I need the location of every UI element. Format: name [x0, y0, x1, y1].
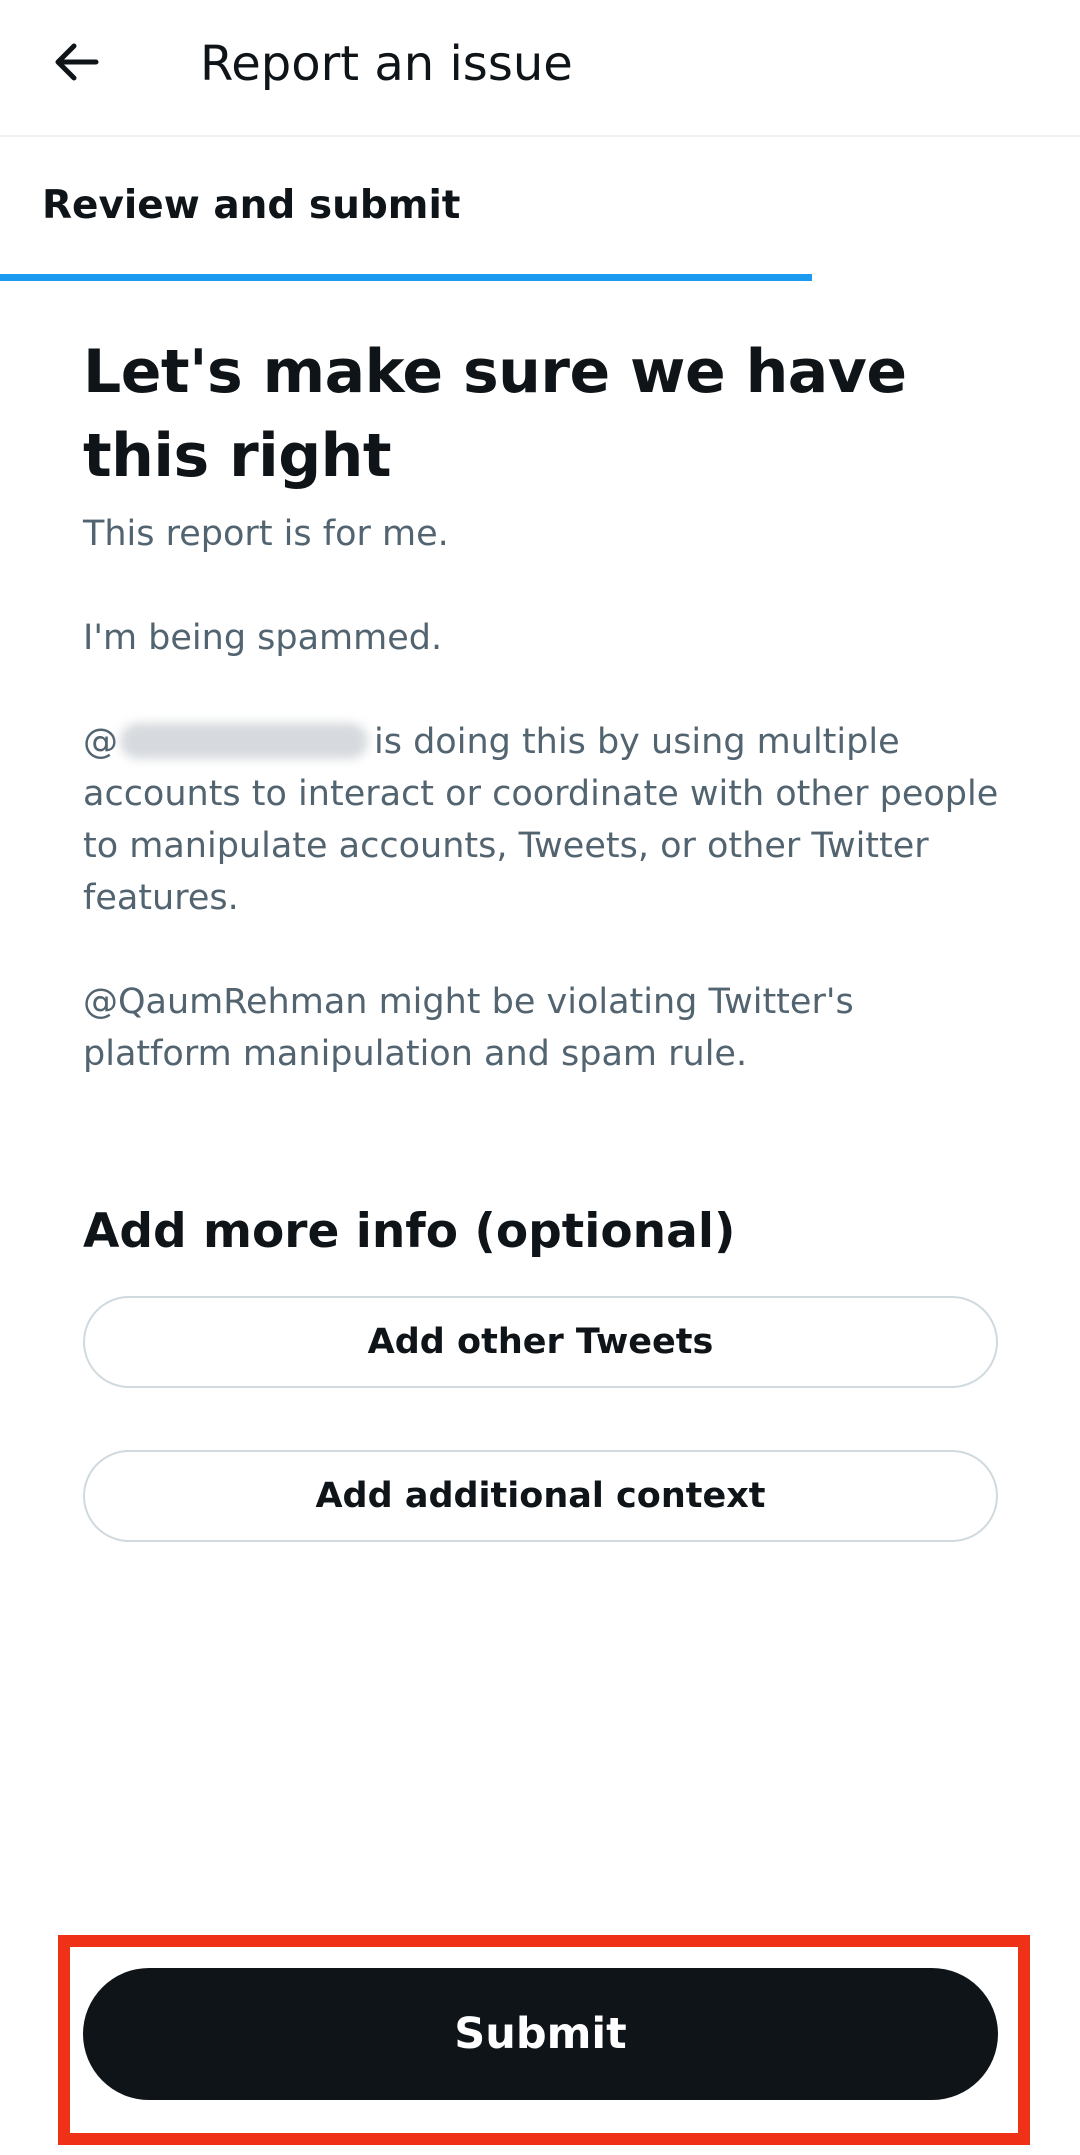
review-summary: Let's make sure we have this right This …: [83, 330, 1003, 1080]
more-info-heading: Add more info (optional): [83, 1204, 736, 1259]
active-tab-indicator: [0, 274, 812, 281]
top-app-bar: Report an issue: [0, 0, 1080, 137]
add-additional-context-button[interactable]: Add additional context: [83, 1450, 998, 1542]
add-other-tweets-label: Add other Tweets: [367, 1322, 714, 1362]
tab-label: Review and submit: [42, 183, 461, 228]
arrow-left-icon: [50, 36, 102, 92]
add-other-tweets-button[interactable]: Add other Tweets: [83, 1296, 998, 1388]
review-headline: Let's make sure we have this right: [83, 337, 907, 491]
page-title: Report an issue: [200, 36, 573, 92]
back-button[interactable]: [40, 28, 112, 100]
blurred-username: [120, 723, 368, 759]
submit-button[interactable]: Submit: [83, 1968, 998, 2100]
report-target-text: This report is for me.: [83, 514, 449, 554]
tab-bar: Review and submit: [0, 137, 1080, 283]
handle-prefix: @: [83, 722, 118, 762]
violation-text: @QaumRehman might be violating Twitter's…: [83, 982, 854, 1074]
submit-label: Submit: [454, 2009, 627, 2059]
report-details-text: @ is doing this by using multiple account…: [83, 716, 1003, 924]
add-additional-context-label: Add additional context: [315, 1476, 766, 1516]
report-reason-text: I'm being spammed.: [83, 618, 443, 658]
tab-review-and-submit[interactable]: Review and submit: [0, 137, 812, 283]
